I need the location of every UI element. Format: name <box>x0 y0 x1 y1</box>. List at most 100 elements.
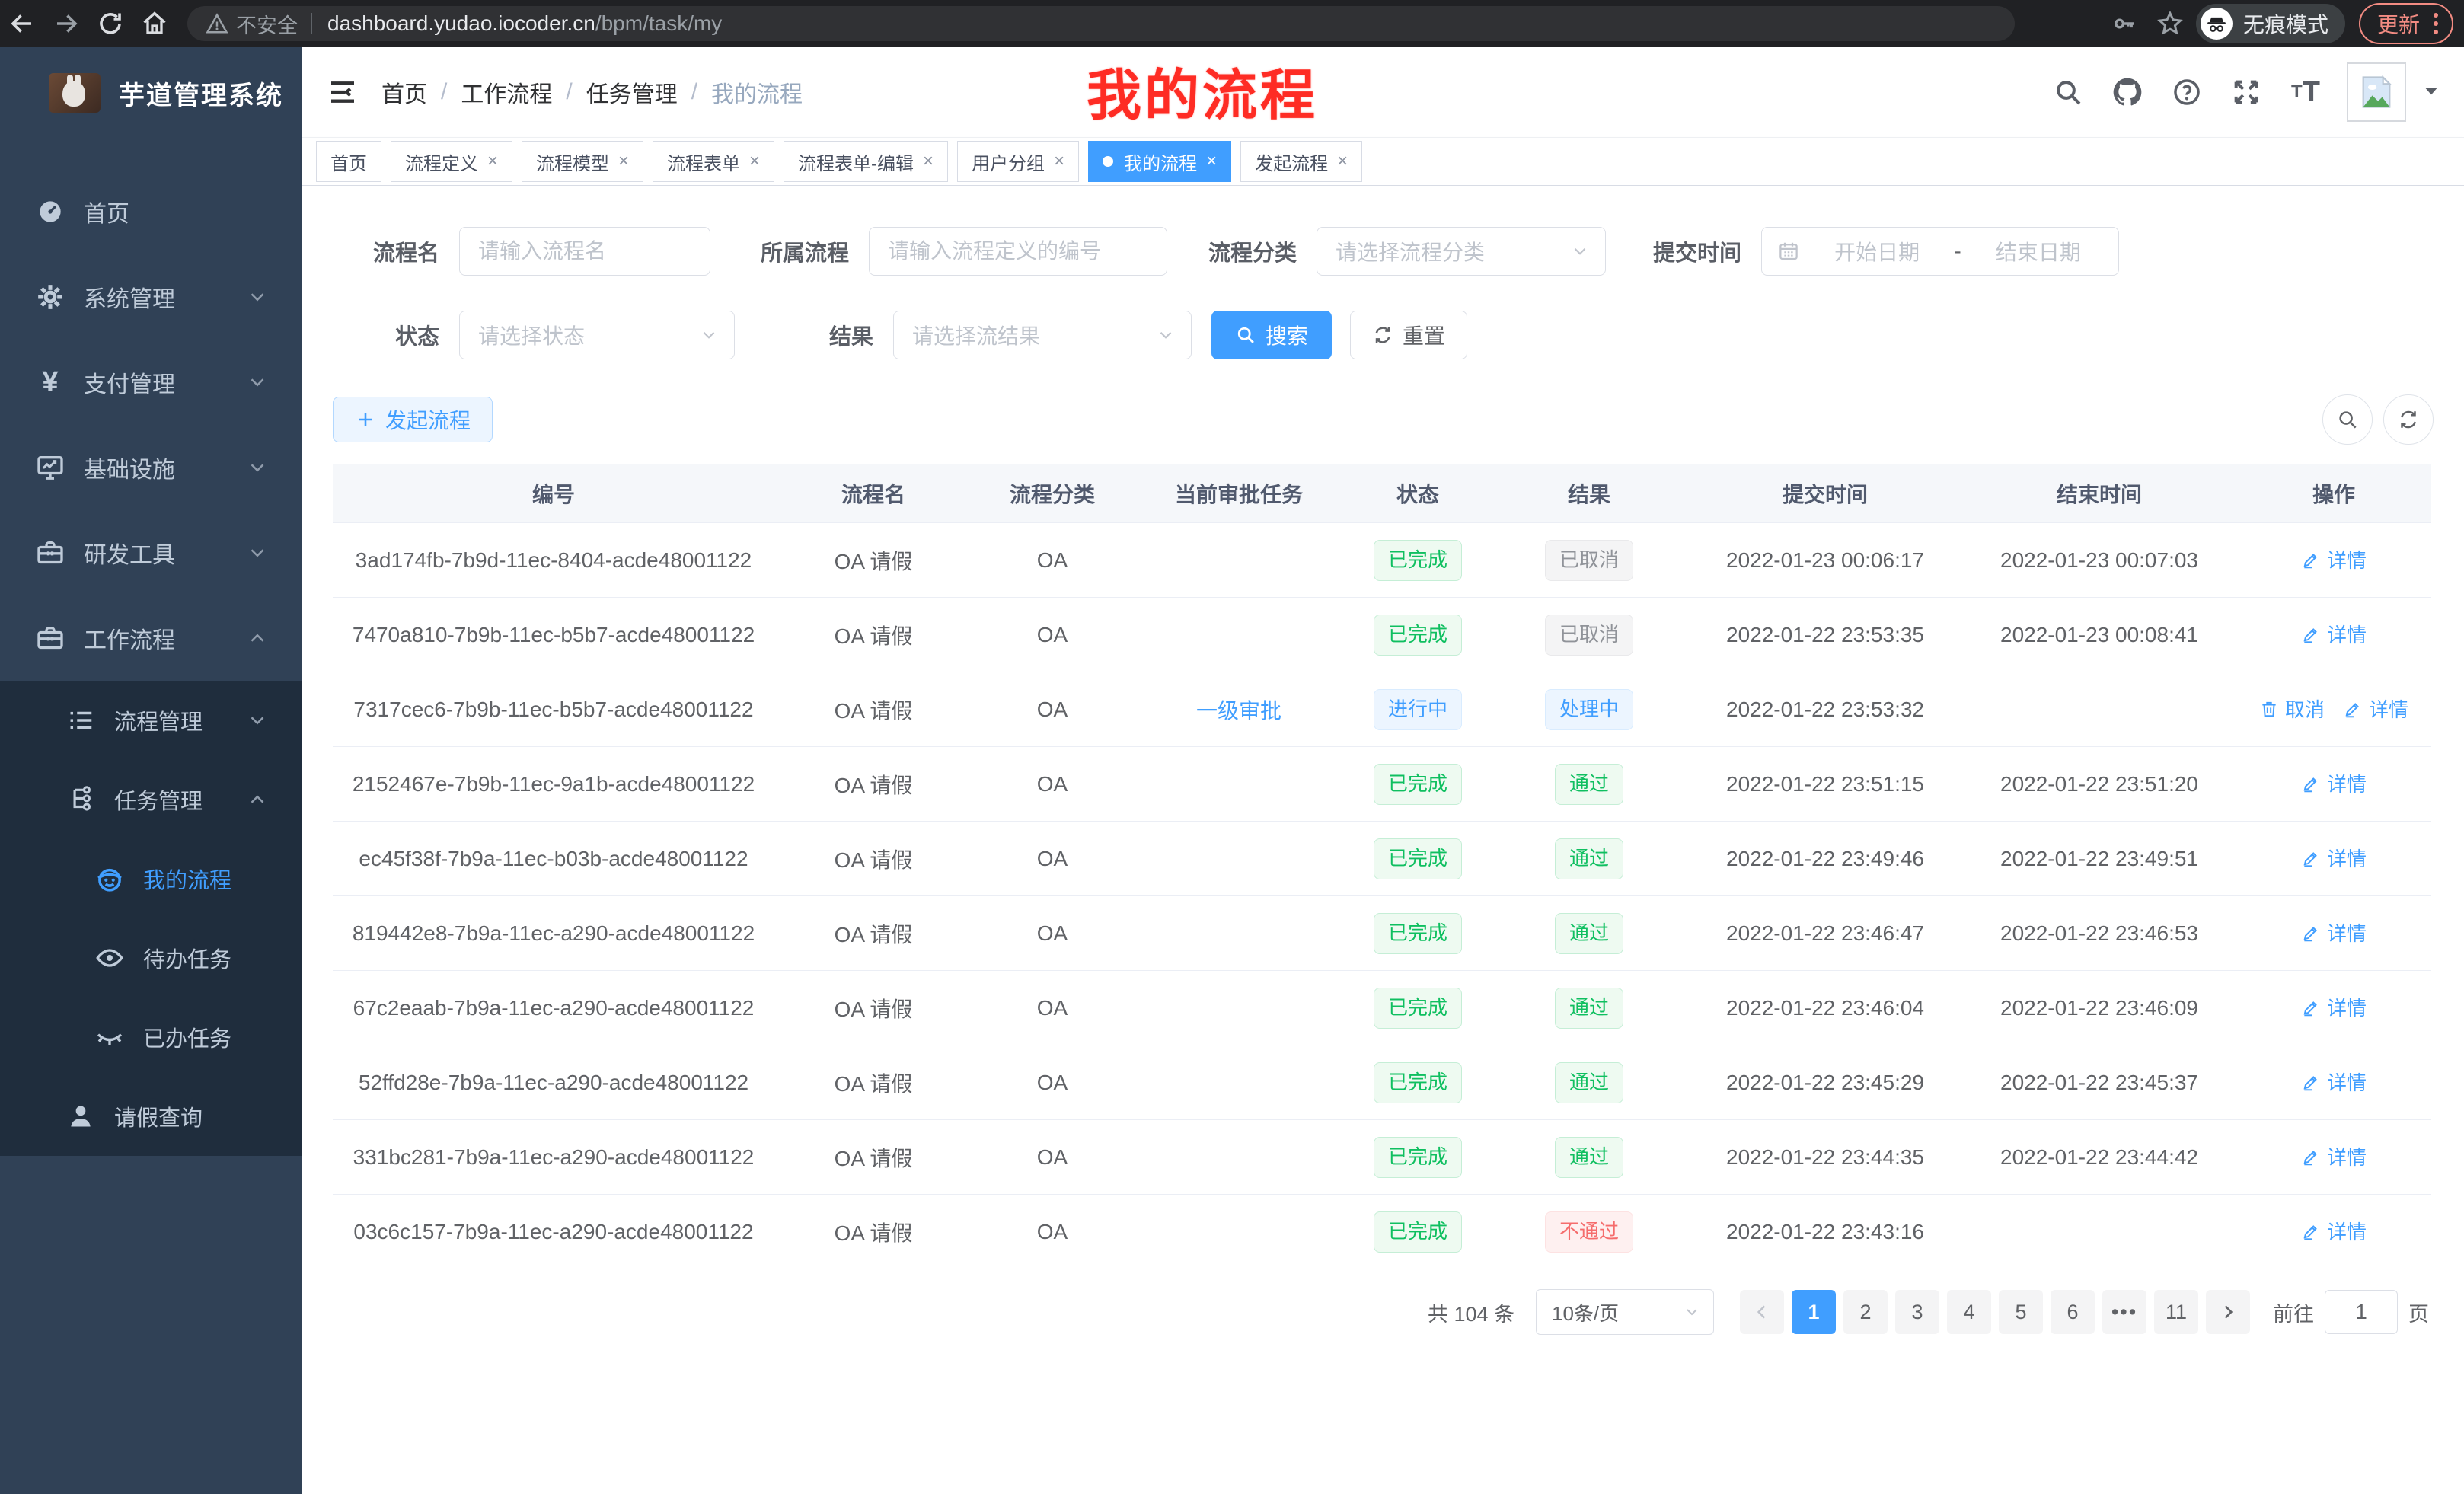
page-button-3[interactable]: 3 <box>1895 1290 1939 1334</box>
next-page-button[interactable] <box>2206 1290 2250 1334</box>
page-button-2[interactable]: 2 <box>1843 1290 1888 1334</box>
cell-result: 不通过 <box>1490 1195 1688 1269</box>
chevron-down-icon <box>1570 241 1590 261</box>
close-icon[interactable]: × <box>1337 152 1348 171</box>
tab-process-model[interactable]: 流程模型× <box>522 141 643 182</box>
github-icon[interactable] <box>2103 68 2152 117</box>
breadcrumb-task-manage[interactable]: 任务管理 <box>586 75 678 109</box>
tab-process-form-edit[interactable]: 流程表单-编辑× <box>784 141 948 182</box>
detail-link[interactable]: 详情 <box>2301 1142 2367 1170</box>
page-size-select[interactable]: 10条/页 <box>1536 1289 1714 1335</box>
gear-icon <box>34 280 67 314</box>
search-button[interactable]: 搜索 <box>1211 311 1332 359</box>
bookmark-star-icon[interactable] <box>2150 4 2190 43</box>
goto-page-input[interactable] <box>2325 1300 2397 1324</box>
submit-time-range[interactable]: 开始日期 - 结束日期 <box>1761 227 2119 276</box>
table-row: 7317cec6-7b9b-11ec-b5b7-acde48001122OA 请… <box>333 672 2431 747</box>
sidebar-item-todo-task[interactable]: 待办任务 <box>0 918 302 998</box>
pages-ellipsis-button[interactable]: ••• <box>2102 1290 2146 1334</box>
search-icon[interactable] <box>2044 68 2092 117</box>
page-button-11[interactable]: 11 <box>2154 1290 2198 1334</box>
prev-page-button[interactable] <box>1740 1290 1784 1334</box>
plus-icon <box>355 409 376 430</box>
status-select[interactable]: 请选择状态 <box>459 311 735 359</box>
help-icon[interactable] <box>2162 68 2211 117</box>
reload-icon[interactable] <box>88 2 132 46</box>
detail-link[interactable]: 详情 <box>2301 769 2367 797</box>
update-button[interactable]: 更新 <box>2359 3 2453 44</box>
back-icon[interactable] <box>0 2 44 46</box>
breadcrumb-workflow[interactable]: 工作流程 <box>461 75 552 109</box>
cell-actions: 取消详情 <box>2236 672 2431 747</box>
page-button-4[interactable]: 4 <box>1947 1290 1991 1334</box>
edit-icon <box>2301 624 2321 644</box>
sidebar-item-payment-manage[interactable]: ¥支付管理 <box>0 340 302 425</box>
create-process-button[interactable]: 发起流程 <box>333 397 493 442</box>
tab-label: 我的流程 <box>1124 148 1197 175</box>
sidebar-item-system-manage[interactable]: 系统管理 <box>0 254 302 340</box>
hamburger-icon[interactable] <box>316 65 369 119</box>
sidebar-item-dev-tools[interactable]: 研发工具 <box>0 510 302 595</box>
detail-link[interactable]: 详情 <box>2301 1068 2367 1096</box>
key-icon[interactable] <box>2105 4 2144 43</box>
result-select[interactable]: 请选择流结果 <box>893 311 1192 359</box>
url-text: dashboard.yudao.iocoder.cn/bpm/task/my <box>327 11 722 36</box>
sidebar-item-infrastructure[interactable]: 基础设施 <box>0 425 302 510</box>
detail-link[interactable]: 详情 <box>2301 620 2367 648</box>
sidebar-item-process-manage[interactable]: 流程管理 <box>0 681 302 760</box>
result-label: 结果 <box>761 319 873 351</box>
process-name-input[interactable] <box>460 239 710 263</box>
avatar[interactable] <box>2347 62 2406 122</box>
detail-link[interactable]: 详情 <box>2301 545 2367 573</box>
caret-down-icon[interactable] <box>2421 81 2441 104</box>
tab-process-form[interactable]: 流程表单× <box>653 141 774 182</box>
app-logo[interactable]: 芋道管理系统 <box>0 47 302 139</box>
tab-label: 首页 <box>330 148 367 175</box>
home-icon[interactable] <box>132 2 177 46</box>
close-icon[interactable]: × <box>618 152 629 171</box>
page-button-6[interactable]: 6 <box>2051 1290 2095 1334</box>
close-icon[interactable]: × <box>1206 152 1217 171</box>
detail-link[interactable]: 详情 <box>2343 694 2408 723</box>
sidebar-item-task-manage[interactable]: 任务管理 <box>0 760 302 839</box>
tab-start-process[interactable]: 发起流程× <box>1240 141 1362 182</box>
cell-name: OA 请假 <box>774 1120 972 1195</box>
table-row: 3ad174fb-7b9d-11ec-8404-acde48001122OA 请… <box>333 523 2431 598</box>
page-button-5[interactable]: 5 <box>1999 1290 2043 1334</box>
refresh-table-button[interactable] <box>2383 394 2434 445</box>
forward-icon[interactable] <box>44 2 88 46</box>
close-icon[interactable]: × <box>1054 152 1064 171</box>
tab-user-group[interactable]: 用户分组× <box>957 141 1079 182</box>
close-icon[interactable]: × <box>487 152 498 171</box>
sidebar-item-home[interactable]: 首页 <box>0 169 302 254</box>
detail-link[interactable]: 详情 <box>2301 918 2367 947</box>
show-search-button[interactable] <box>2322 394 2373 445</box>
font-size-icon[interactable]: TT <box>2281 68 2330 117</box>
detail-link[interactable]: 详情 <box>2301 993 2367 1021</box>
tab-home[interactable]: 首页 <box>316 141 381 182</box>
detail-link[interactable]: 详情 <box>2301 1217 2367 1245</box>
sidebar-item-done-task[interactable]: 已办任务 <box>0 998 302 1077</box>
sidebar-item-workflow[interactable]: 工作流程 <box>0 595 302 681</box>
cancel-link[interactable]: 取消 <box>2259 694 2325 723</box>
breadcrumb-home[interactable]: 首页 <box>381 75 427 109</box>
detail-link[interactable]: 详情 <box>2301 844 2367 872</box>
status-badge: 已完成 <box>1374 1062 1462 1103</box>
close-icon[interactable]: × <box>749 152 760 171</box>
definition-input[interactable] <box>870 239 1167 263</box>
sidebar-item-leave-query[interactable]: 请假查询 <box>0 1077 302 1156</box>
fullscreen-icon[interactable] <box>2222 68 2271 117</box>
reset-button[interactable]: 重置 <box>1350 311 1467 359</box>
sidebar-item-my-process[interactable]: 我的流程 <box>0 839 302 918</box>
task-link[interactable]: 一级审批 <box>1196 699 1281 723</box>
page-button-1[interactable]: 1 <box>1792 1290 1836 1334</box>
category-select[interactable]: 请选择流程分类 <box>1317 227 1606 276</box>
cell-status: 已完成 <box>1345 896 1490 971</box>
address-bar[interactable]: 不安全 dashboard.yudao.iocoder.cn/bpm/task/… <box>187 6 2015 41</box>
tab-process-definition[interactable]: 流程定义× <box>391 141 512 182</box>
menu-dots-icon[interactable] <box>2434 13 2438 34</box>
close-icon[interactable]: × <box>923 152 934 171</box>
tab-my-process[interactable]: 我的流程 × <box>1088 141 1231 182</box>
broken-image-icon <box>2357 72 2396 112</box>
cell-id: 7470a810-7b9b-11ec-b5b7-acde48001122 <box>333 598 774 672</box>
